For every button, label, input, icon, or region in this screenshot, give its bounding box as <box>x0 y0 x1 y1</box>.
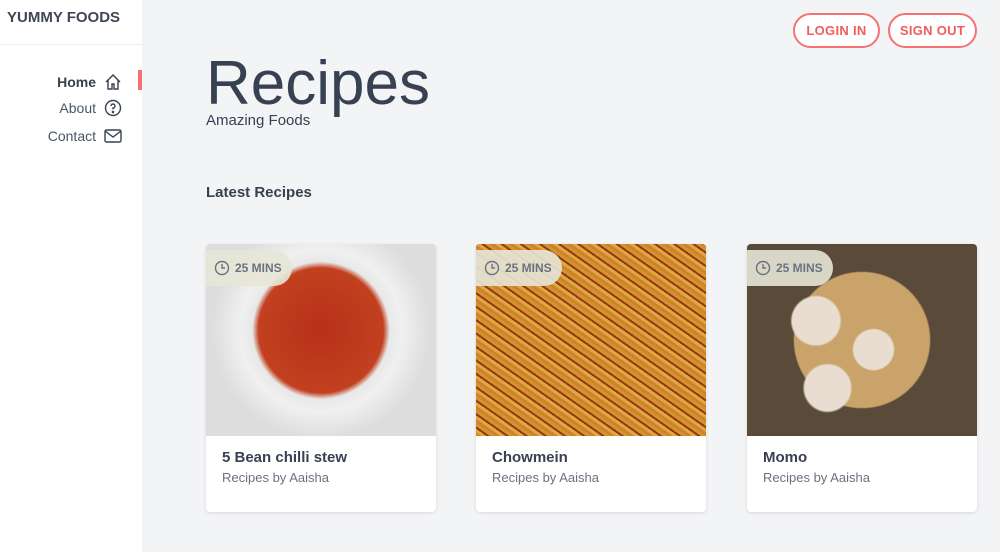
question-icon <box>104 99 122 117</box>
time-badge: 25 MINS <box>747 250 833 286</box>
nav-item-about[interactable]: About <box>0 95 142 121</box>
nav-label: Home <box>57 74 96 90</box>
mail-icon <box>104 129 122 143</box>
page-subtitle: Amazing Foods <box>206 112 311 129</box>
recipe-author: Recipes by Aaisha <box>492 470 599 485</box>
recipe-author: Recipes by Aaisha <box>763 470 870 485</box>
signout-button[interactable]: SIGN OUT <box>888 13 977 48</box>
login-button[interactable]: LOGIN IN <box>793 13 880 48</box>
recipe-title: Momo <box>763 449 808 466</box>
home-icon <box>105 74 121 90</box>
recipe-card[interactable]: 25 MINS Chowmein Recipes by Aaisha <box>476 244 706 512</box>
time-badge: 25 MINS <box>206 250 292 286</box>
nav-label: Contact <box>47 128 96 144</box>
time-badge: 25 MINS <box>476 250 562 286</box>
brand-logo[interactable]: YUMMY FOODS <box>0 0 142 45</box>
page-title: Recipes <box>206 49 430 118</box>
nav: Home About Contact <box>0 69 142 149</box>
nav-label: About <box>59 100 96 116</box>
clock-icon <box>484 260 500 276</box>
recipe-card[interactable]: 25 MINS 5 Bean chilli stew Recipes by Aa… <box>206 244 436 512</box>
recipe-author: Recipes by Aaisha <box>222 470 329 485</box>
recipe-title: Chowmein <box>492 449 568 466</box>
section-heading: Latest Recipes <box>206 184 312 201</box>
clock-icon <box>214 260 230 276</box>
recipe-title: 5 Bean chilli stew <box>222 449 348 466</box>
recipe-card[interactable]: 25 MINS Momo Recipes by Aaisha <box>747 244 977 512</box>
clock-icon <box>755 260 771 276</box>
nav-item-contact[interactable]: Contact <box>0 123 142 149</box>
nav-item-home[interactable]: Home <box>0 69 142 95</box>
sidebar: YUMMY FOODS Home About Contact <box>0 0 142 552</box>
